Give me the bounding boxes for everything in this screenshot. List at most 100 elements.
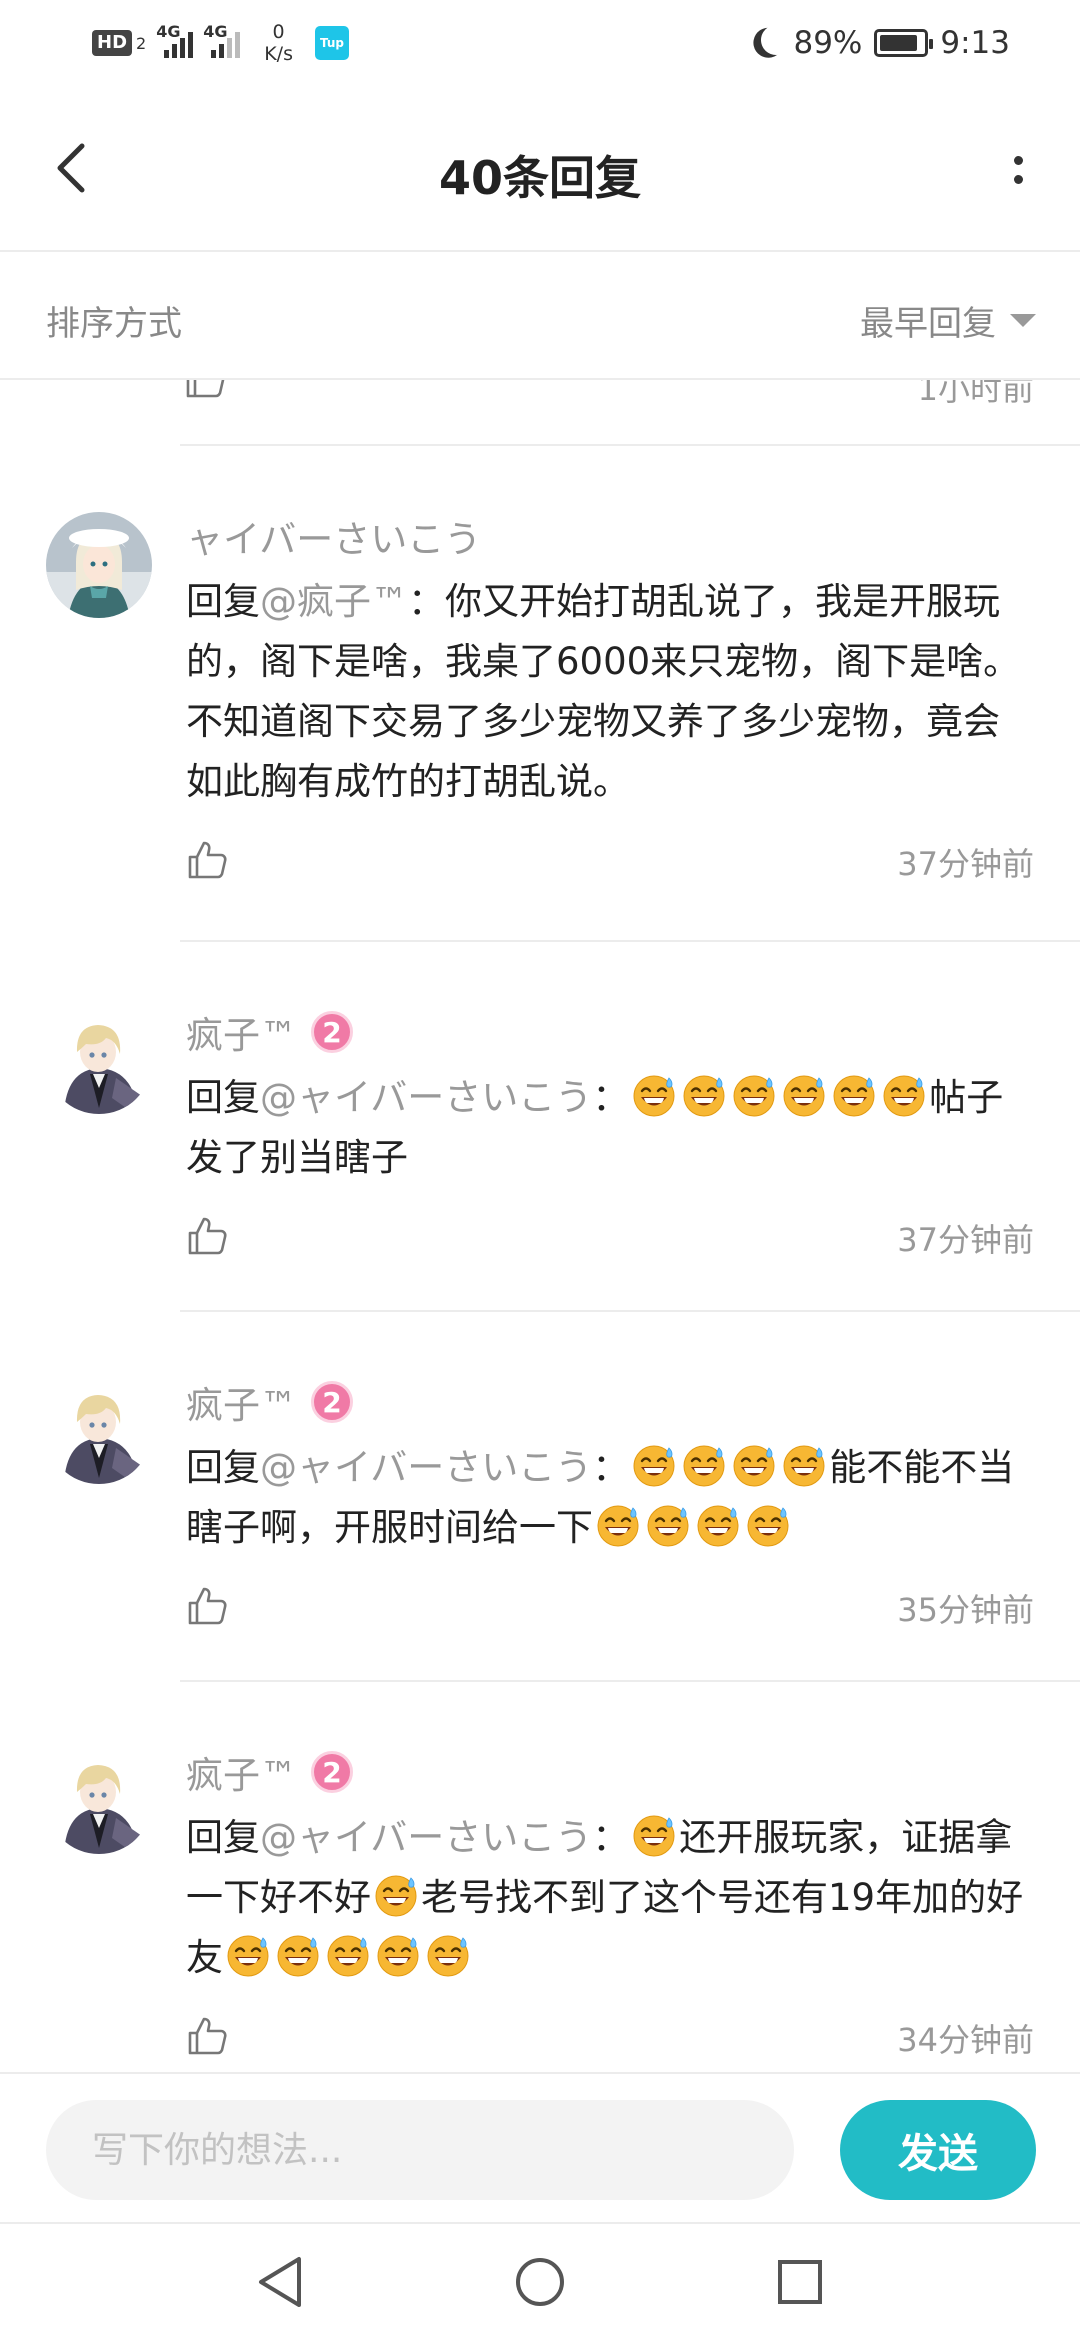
sweat-smile-emoji: [633, 1815, 675, 1857]
comment-body: 疯子™ 2 回复@ャイバーさいこう： 能不能不当瞎子啊，开服时间给一下: [186, 1372, 1034, 1558]
sweat-smile-emoji: [733, 1445, 775, 1487]
mention-link[interactable]: @ャイバーさいこう: [260, 1446, 592, 1489]
more-options-icon[interactable]: [1008, 140, 1028, 200]
comment-text-segment: ：: [592, 1816, 630, 1859]
comment-text: 回复@ャイバーさいこう： 帖子发了别当瞎子: [186, 1068, 1034, 1188]
sweat-smile-emoji: [427, 1935, 469, 1977]
reply-input-bar: 发送: [0, 2072, 1080, 2222]
sweat-smile-emoji: [783, 1075, 825, 1117]
comment-meta: 34分钟前: [186, 2008, 1034, 2068]
nav-back-icon[interactable]: [250, 2252, 310, 2312]
sweat-smile-emoji: [733, 1075, 775, 1117]
sweat-smile-emoji: [747, 1505, 789, 1547]
mention-link[interactable]: @ャイバーさいこう: [260, 1816, 592, 1859]
user-row: 疯子™ 2: [186, 1002, 1034, 1062]
battery-percent: 89%: [793, 25, 863, 61]
avatar[interactable]: [46, 1378, 152, 1484]
title-bar: 40条回复: [0, 86, 1080, 252]
like-icon[interactable]: [184, 380, 226, 404]
sweat-smile-emoji: [647, 1505, 689, 1547]
avatar[interactable]: [46, 1748, 152, 1854]
like-icon[interactable]: [186, 839, 228, 885]
status-bar: HD 2 4G 4G 0 K/s Tup 89% 9:13: [0, 0, 1080, 86]
sweat-smile-emoji: [697, 1505, 739, 1547]
username[interactable]: 疯子™: [186, 1375, 297, 1429]
status-right: 89% 9:13: [751, 20, 1010, 66]
sweat-smile-emoji: [277, 1935, 319, 1977]
comment-item[interactable]: 疯子™ 2 回复@ャイバーさいこう： 能不能不当瞎子啊，开服时间给一下 35分钟前: [0, 1312, 1080, 1682]
app-notification-icon: Tup: [314, 26, 349, 60]
sweat-smile-emoji: [833, 1075, 875, 1117]
sweat-smile-emoji: [597, 1505, 639, 1547]
sweat-smile-emoji: [883, 1075, 925, 1117]
like-icon[interactable]: [186, 1215, 228, 1261]
signal-icon-2: 4G: [203, 22, 241, 58]
mention-link[interactable]: @疯子™: [260, 580, 408, 623]
signal-1-label: 4G: [156, 22, 181, 41]
comment-text-segment: 回复: [186, 580, 260, 623]
comment-text-segment: 回复: [186, 1446, 260, 1489]
user-row: 疯子™ 2: [186, 1742, 1034, 1802]
comment-body: 疯子™ 2 回复@ャイバーさいこう： 还开服玩家，证据拿一下好不好 老号找不到了这个号还…: [186, 1742, 1034, 1988]
like-icon[interactable]: [186, 2015, 228, 2061]
network-speed-value: 0: [272, 21, 285, 43]
username[interactable]: ャイバーさいこう: [186, 509, 481, 563]
comment-time: 35分钟前: [897, 1591, 1034, 1629]
hd-sub-label: 2: [136, 33, 147, 53]
dropdown-arrow-icon: [1010, 314, 1036, 327]
app-root: HD 2 4G 4G 0 K/s Tup 89% 9:13 40条回复 排序方式…: [0, 0, 1080, 2340]
battery-icon: [874, 29, 934, 57]
sweat-smile-emoji: [683, 1445, 725, 1487]
comment-text-segment: 回复: [186, 1076, 260, 1119]
sweat-smile-emoji: [327, 1935, 369, 1977]
sweat-smile-emoji: [633, 1075, 675, 1117]
comment-text: 回复@ャイバーさいこう： 能不能不当瞎子啊，开服时间给一下: [186, 1438, 1034, 1558]
level-badge: 2: [311, 1381, 353, 1423]
moon-icon: [759, 23, 794, 58]
comment-text-segment: 回复: [186, 1816, 260, 1859]
system-nav-bar: [0, 2222, 1080, 2340]
partial-comment-footer: 1小时前: [0, 380, 1080, 446]
avatar[interactable]: [46, 512, 152, 618]
sweat-smile-emoji: [377, 1935, 419, 1977]
comment-time: 37分钟前: [897, 845, 1034, 883]
user-row: 疯子™ 2: [186, 1372, 1034, 1432]
sweat-smile-emoji: [633, 1445, 675, 1487]
comment-meta: 35分钟前: [186, 1578, 1034, 1638]
sweat-smile-emoji: [375, 1875, 417, 1917]
signal-icon-1: 4G: [156, 22, 194, 58]
comment-item[interactable]: ャイバーさいこう回复@疯子™：你又开始打胡乱说了，我是开服玩的，阁下是啥，我桌了…: [0, 446, 1080, 942]
comment-meta: 37分钟前: [186, 1208, 1034, 1268]
mention-link[interactable]: @ャイバーさいこう: [260, 1076, 592, 1119]
nav-home-icon[interactable]: [510, 2252, 570, 2312]
comment-text-segment: ：: [592, 1076, 630, 1119]
send-button[interactable]: 发送: [840, 2100, 1036, 2200]
comment-body: 疯子™ 2 回复@ャイバーさいこう： 帖子发了别当瞎子: [186, 1002, 1034, 1188]
sort-selected-value: 最早回复: [860, 304, 996, 344]
sort-label: 排序方式: [46, 304, 182, 344]
comment-body: ャイバーさいこう回复@疯子™：你又开始打胡乱说了，我是开服玩的，阁下是啥，我桌了…: [186, 506, 1034, 812]
comment-time: 37分钟前: [897, 1221, 1034, 1259]
username[interactable]: 疯子™: [186, 1005, 297, 1059]
sort-bar: 排序方式 最早回复: [0, 252, 1080, 380]
level-badge: 2: [311, 1751, 353, 1793]
page-title: 40条回复: [438, 151, 641, 205]
user-row: ャイバーさいこう: [186, 506, 1034, 566]
sweat-smile-emoji: [227, 1935, 269, 1977]
network-speed: 0 K/s: [264, 21, 293, 65]
network-speed-unit: K/s: [264, 43, 293, 65]
like-icon[interactable]: [186, 1585, 228, 1631]
comment-list[interactable]: 1小时前 ャイバーさいこう回复@疯子™：你又开始打胡乱说了，我是开服玩的，阁下是…: [0, 380, 1080, 2072]
comment-item[interactable]: 疯子™ 2 回复@ャイバーさいこう： 帖子发了别当瞎子 37分钟前: [0, 942, 1080, 1312]
username[interactable]: 疯子™: [186, 1745, 297, 1799]
status-left: HD 2 4G 4G 0 K/s Tup: [92, 20, 349, 66]
comment-time: 1小时前: [917, 380, 1034, 408]
comment-text-segment: ：: [592, 1446, 630, 1489]
avatar[interactable]: [46, 1008, 152, 1114]
sort-dropdown[interactable]: 最早回复: [860, 296, 1036, 345]
comment-item[interactable]: 疯子™ 2 回复@ャイバーさいこう： 还开服玩家，证据拿一下好不好 老号找不到了这个号还…: [0, 1682, 1080, 2072]
nav-recents-icon[interactable]: [770, 2252, 830, 2312]
hd-badge: HD: [92, 30, 133, 56]
comment-text: 回复@疯子™：你又开始打胡乱说了，我是开服玩的，阁下是啥，我桌了6000来只宠物…: [186, 572, 1034, 812]
reply-input[interactable]: [46, 2100, 794, 2200]
